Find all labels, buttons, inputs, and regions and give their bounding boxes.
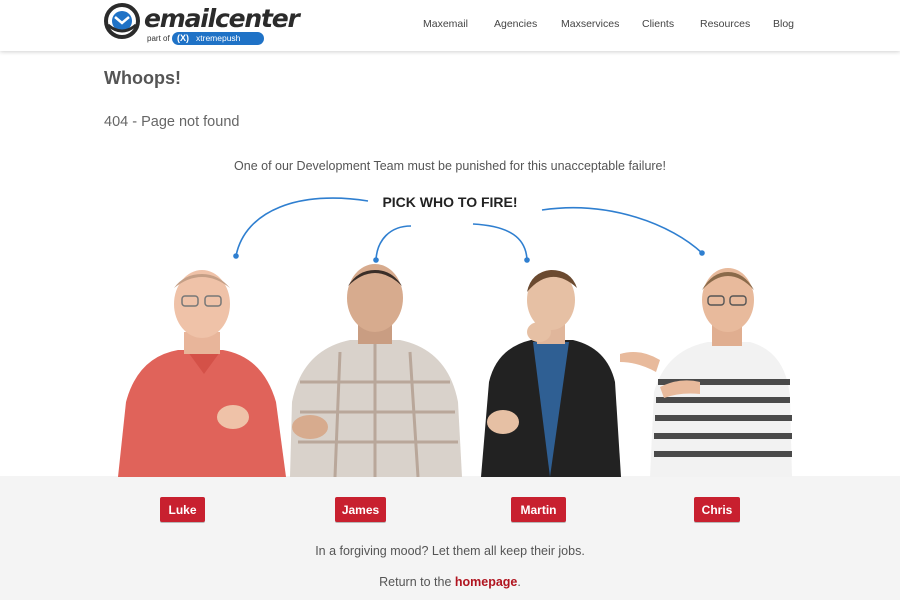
person-martin [481,270,621,477]
nav-item-maxservices[interactable]: Maxservices [561,18,619,30]
team-photo [100,262,800,477]
return-line: Return to the homepage. [0,575,900,589]
fire-chris-button[interactable]: Chris [694,497,740,522]
arc-luke [235,197,369,257]
return-prefix: Return to the [379,575,455,589]
homepage-link[interactable]: homepage [455,575,518,589]
nav-item-agencies[interactable]: Agencies [494,18,537,30]
person-luke [118,270,286,477]
arc-james [375,225,412,261]
xtremepush-badge: (X) xtremepush [172,32,264,45]
xtremepush-label: xtremepush [196,33,241,43]
arc-martin [472,223,528,261]
logo[interactable]: emailcenter part of (X) xtremepush [104,3,300,47]
fire-luke-button[interactable]: Luke [160,497,205,522]
nav-item-maxemail[interactable]: Maxemail [423,18,468,30]
forgive-text: In a forgiving mood? Let them all keep t… [315,544,585,558]
fire-james-button[interactable]: James [335,497,386,522]
site-header: emailcenter part of (X) xtremepush Maxem… [0,0,900,51]
arc-chris [541,206,703,254]
arc-luke-dot [233,253,239,259]
arc-chris-dot [699,250,705,256]
logo-part-of: part of [147,34,170,43]
nav-item-clients[interactable]: Clients [642,18,674,30]
nav-item-resources[interactable]: Resources [700,18,750,30]
nav-item-blog[interactable]: Blog [773,18,794,30]
fire-martin-button[interactable]: Martin [511,497,566,522]
return-suffix: . [517,575,521,589]
person-chris [620,268,792,477]
emailcenter-logo-icon [104,3,140,39]
xtremepush-icon: (X) [177,33,189,43]
logo-wordmark: emailcenter [144,4,300,33]
person-james [290,264,462,477]
